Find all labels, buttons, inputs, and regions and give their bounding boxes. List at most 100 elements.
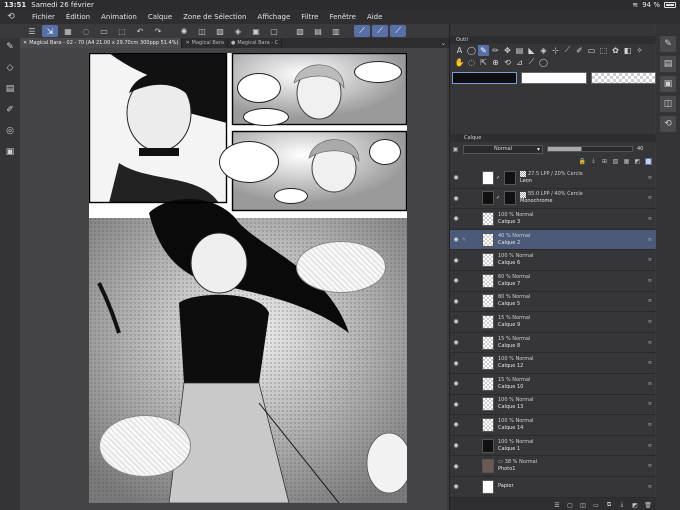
select-all-icon[interactable]: ✺ bbox=[176, 25, 192, 37]
eye-icon[interactable]: ◉ bbox=[452, 236, 460, 243]
fill-icon[interactable]: ◈ bbox=[230, 25, 246, 37]
stroke-stabilizer-3-icon[interactable]: ⟋ bbox=[390, 25, 406, 37]
layer-menu-icon[interactable]: ≡ bbox=[648, 340, 652, 346]
invert-selection-icon[interactable]: ▨ bbox=[212, 25, 228, 37]
layer-property-icon[interactable]: ▣ bbox=[452, 146, 459, 153]
eye-icon[interactable]: ◉ bbox=[452, 339, 460, 346]
redo-icon[interactable]: ↷ bbox=[150, 25, 166, 37]
menu-animation[interactable]: Animation bbox=[101, 13, 137, 21]
menu-calque[interactable]: Calque bbox=[148, 13, 172, 21]
layer-action-1-icon[interactable]: ▧ bbox=[292, 25, 308, 37]
color-wheel-icon[interactable]: ◎ bbox=[3, 124, 17, 138]
speech-tool-icon[interactable]: ◯ bbox=[538, 57, 549, 68]
eye-icon[interactable]: ◉ bbox=[452, 401, 460, 408]
layer-menu-icon[interactable]: ≡ bbox=[648, 422, 652, 428]
layer-menu-icon[interactable]: ≡ bbox=[648, 237, 652, 243]
menu-fenetre[interactable]: Fenêtre bbox=[329, 13, 355, 21]
layer-row[interactable]: ◉ ✓ 55.0 LPP / 40% Cercle Monochrome ≡ bbox=[450, 189, 656, 210]
sub-color-swatch[interactable] bbox=[521, 72, 587, 84]
clear-icon[interactable]: ▢ bbox=[266, 25, 282, 37]
rotate-tool-icon[interactable]: ⟲ bbox=[502, 57, 513, 68]
layer-menu-icon[interactable]: ≡ bbox=[648, 319, 652, 325]
layer-row[interactable]: ◉ ✓ 27.5 LPP / 20% Cercle Leon ≡ bbox=[450, 168, 656, 189]
close-icon[interactable]: ✕ bbox=[23, 40, 27, 46]
tool-panel-tab[interactable]: Outil bbox=[450, 36, 656, 44]
layer-menu-icon[interactable]: ≡ bbox=[648, 175, 652, 181]
eraser-tool-icon[interactable]: ◧ bbox=[622, 45, 633, 56]
lasso-tool-icon[interactable]: ◌ bbox=[466, 57, 477, 68]
layer-action-3-icon[interactable]: ▥ bbox=[328, 25, 344, 37]
eye-icon[interactable]: ◉ bbox=[452, 257, 460, 264]
hide-icon[interactable]: ◌ bbox=[78, 25, 94, 37]
draft-icon[interactable]: ▧ bbox=[612, 158, 619, 165]
menu-affichage[interactable]: Affichage bbox=[257, 13, 290, 21]
eye-icon[interactable]: ◉ bbox=[452, 215, 460, 222]
lock-transparency-icon[interactable]: ▦ bbox=[623, 158, 630, 165]
decoration-tool-icon[interactable]: ✿ bbox=[610, 45, 621, 56]
reference-icon[interactable]: ⊞ bbox=[601, 158, 608, 165]
app-logo-icon[interactable]: ⟲ bbox=[4, 11, 18, 23]
canvas-area[interactable] bbox=[20, 48, 447, 510]
hamburger-icon[interactable]: ☰ bbox=[24, 25, 40, 37]
layer-menu-icon[interactable]: ≡ bbox=[648, 463, 652, 469]
layer-row[interactable]: ◉ 100 % Normal Calque 12 ≡ bbox=[450, 353, 656, 374]
fill-tool-icon[interactable]: ◣ bbox=[526, 45, 537, 56]
deselect-icon[interactable]: ◫ bbox=[194, 25, 210, 37]
mask-layer-icon[interactable]: ◩ bbox=[631, 501, 639, 509]
stroke-stabilizer-1-icon[interactable]: ⟋ bbox=[354, 25, 370, 37]
layer-panel-tab[interactable]: Calque bbox=[450, 134, 656, 142]
quick-access-icon[interactable]: ⇲ bbox=[42, 25, 58, 37]
transparent-color-swatch[interactable] bbox=[590, 72, 656, 84]
layer-menu-icon[interactable]: ≡ bbox=[648, 195, 652, 201]
opacity-slider[interactable] bbox=[547, 146, 633, 152]
layer-menu-icon[interactable]: ≡ bbox=[648, 360, 652, 366]
layer-stack-icon[interactable]: ▤ bbox=[3, 82, 17, 96]
blend-mode-select[interactable]: Normal bbox=[463, 144, 543, 154]
menu-zone-selection[interactable]: Zone de Sélection bbox=[183, 13, 246, 21]
document-tab-3[interactable]: ● Magical Bara - C bbox=[228, 38, 283, 48]
layer-menu-icon[interactable]: ≡ bbox=[648, 298, 652, 304]
menu-filtre[interactable]: Filtre bbox=[301, 13, 318, 21]
copy-layer-icon[interactable]: ⧉ bbox=[605, 501, 613, 509]
layer-row[interactable]: ◉ 100 % Normal Calque 13 ≡ bbox=[450, 395, 656, 416]
menu-edition[interactable]: Édition bbox=[66, 13, 90, 21]
layer-menu-icon[interactable]: ≡ bbox=[648, 443, 652, 449]
scale-icon[interactable]: ▣ bbox=[248, 25, 264, 37]
lasso-tool-icon[interactable]: ◇ bbox=[3, 61, 17, 75]
brush-settings-icon[interactable]: ✐ bbox=[3, 103, 17, 117]
layer-row[interactable]: ◉ 100 % Normal Calque 3 ≡ bbox=[450, 209, 656, 230]
eye-icon[interactable]: ◉ bbox=[452, 318, 460, 325]
layer-row[interactable]: ◉ 15 % Normal Calque 10 ≡ bbox=[450, 374, 656, 395]
menu-aide[interactable]: Aide bbox=[367, 13, 382, 21]
figure-tool-icon[interactable]: ◈ bbox=[538, 45, 549, 56]
layer-menu-icon[interactable]: ≡ bbox=[648, 381, 652, 387]
brush-tool-icon[interactable]: ✎ bbox=[3, 40, 17, 54]
eye-icon[interactable]: ◉ bbox=[452, 360, 460, 367]
magic-wand-icon[interactable]: ✧ bbox=[634, 45, 645, 56]
eye-icon[interactable]: ◉ bbox=[452, 483, 460, 490]
layers-icon[interactable]: ▤ bbox=[660, 56, 676, 72]
stroke-stabilizer-2-icon[interactable]: ⟋ bbox=[372, 25, 388, 37]
frame-tool-icon[interactable]: ▭ bbox=[586, 45, 597, 56]
merge-down-icon[interactable]: ⤓ bbox=[618, 501, 626, 509]
layer-menu-icon[interactable]: ≡ bbox=[648, 216, 652, 222]
document-tab-1[interactable]: ✕ Magical Bara - 02 - 70 (A4 21.00 x 29.… bbox=[20, 38, 183, 48]
main-color-swatch[interactable] bbox=[452, 72, 518, 84]
eye-icon[interactable]: ◉ bbox=[452, 463, 460, 470]
pencil-tool-icon[interactable]: ✏ bbox=[490, 45, 501, 56]
layer-menu-icon[interactable]: ≡ bbox=[648, 278, 652, 284]
eye-icon[interactable]: ◉ bbox=[452, 277, 460, 284]
layer-row[interactable]: ◉ 15 % Normal Calque 9 ≡ bbox=[450, 312, 656, 333]
balloon-tool-icon[interactable]: ◯ bbox=[466, 45, 477, 56]
object-tool-icon[interactable]: ⇱ bbox=[478, 57, 489, 68]
eye-icon[interactable]: ◉ bbox=[452, 298, 460, 305]
clip-icon[interactable]: ⤓ bbox=[590, 157, 597, 165]
new-raster-layer-icon[interactable]: ▢ bbox=[566, 501, 574, 509]
menu-fichier[interactable]: Fichier bbox=[32, 13, 55, 21]
blend-tool-icon[interactable]: ✐ bbox=[574, 45, 585, 56]
ruler-tool-icon[interactable]: ⊿ bbox=[514, 57, 525, 68]
eyedropper-tool-icon[interactable]: ⟋ bbox=[562, 45, 573, 56]
layer-row-selected[interactable]: ◉ ✎ 40 % Normal Calque 2 ≡ bbox=[450, 229, 656, 251]
materials-icon[interactable]: ◫ bbox=[660, 96, 676, 112]
layer-row[interactable]: ◉ 15 % Normal Calque 8 ≡ bbox=[450, 333, 656, 354]
